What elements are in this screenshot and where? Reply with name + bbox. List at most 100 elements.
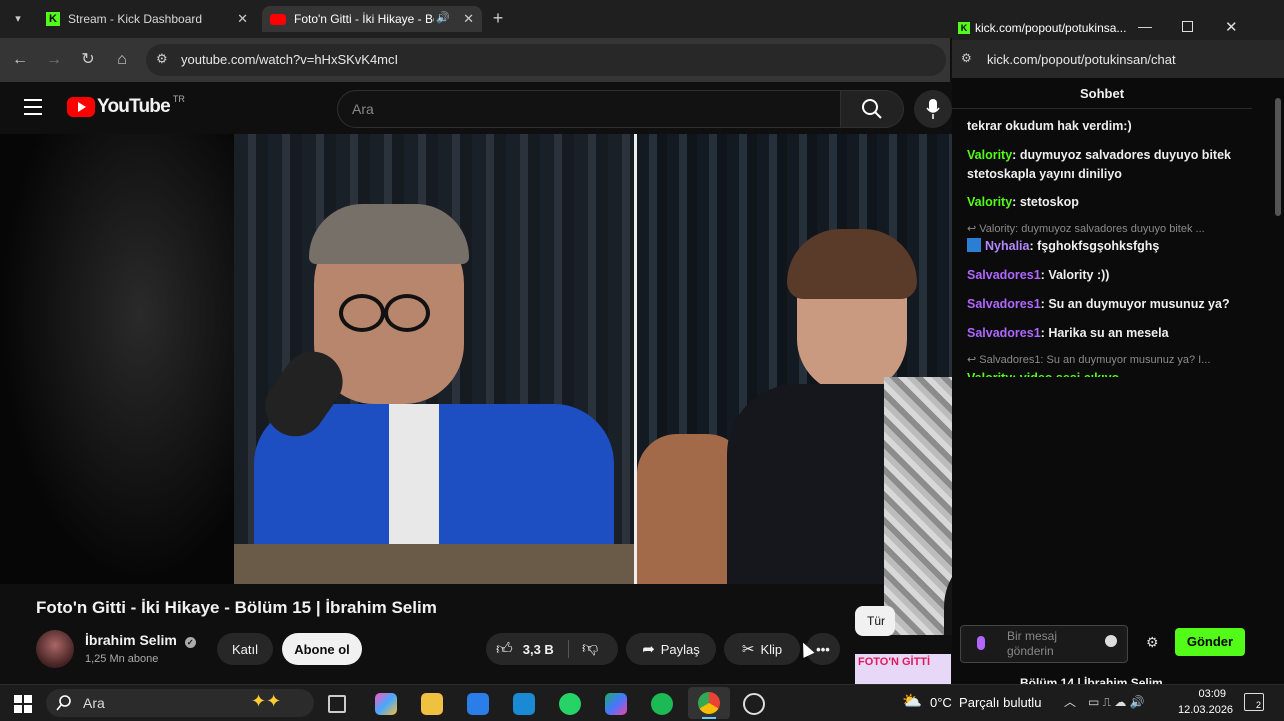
message-username[interactable]: Valority [967, 195, 1012, 209]
next-video-thumbnail[interactable]: FOTO'N GİTTİ [855, 654, 951, 684]
task-view-icon[interactable] [328, 695, 346, 713]
chat-message: Valority: duymuyoz salvadores duyuyo bit… [967, 148, 1231, 181]
reply-reference[interactable]: ↩ Salvadores1: Su an duymuyor musunuz ya… [967, 353, 1232, 366]
taskbar-search-box[interactable]: Ara ✦✦ [46, 689, 314, 717]
youtube-favicon-icon [270, 13, 286, 25]
like-dislike-group: 👍︎ 3,3 B 👎︎ [486, 633, 618, 665]
whatsapp-icon[interactable] [559, 693, 581, 715]
taskbar-chrome-active[interactable] [688, 687, 730, 719]
mail-icon[interactable] [513, 693, 535, 715]
clip-label: Klip [760, 641, 783, 657]
chat-message-input[interactable]: Bir mesaj gönderin [960, 625, 1128, 663]
message-username[interactable]: Nyhalia [985, 239, 1029, 253]
minimize-icon[interactable]: — [1138, 18, 1152, 34]
send-button[interactable]: Gönder [1175, 628, 1245, 656]
tray-icons[interactable]: ▭ ⎍ ☁ 🔊 [1088, 695, 1145, 710]
reply-reference[interactable]: ↩ Valority: duymuyoz salvadores duyuyo b… [967, 222, 1232, 235]
message-text: Harika su an mesela [1048, 326, 1169, 340]
hamburger-menu-icon[interactable] [24, 99, 42, 115]
thumbnail-text: FOTO'N GİTTİ [858, 656, 931, 668]
tab-label: Foto'n Gitti - İki Hikaye - Bö [294, 12, 434, 26]
close-window-icon[interactable]: ✕ [1225, 18, 1238, 36]
site-info-icon[interactable]: ⚙ [961, 51, 972, 65]
video-player[interactable] [0, 134, 952, 584]
verified-badge-icon: ✓ [184, 637, 196, 648]
spotify-icon[interactable] [651, 693, 673, 715]
clip-button[interactable]: ✂ Klip [724, 633, 800, 665]
like-count[interactable]: 3,3 B [523, 642, 554, 657]
microsoft-365-icon[interactable] [605, 693, 627, 715]
search-icon [862, 99, 882, 119]
youtube-header: YouTube TR Ara [0, 82, 952, 134]
message-username[interactable]: Salvadores1 [967, 297, 1041, 311]
channel-name-row[interactable]: İbrahim Selim ✓ [85, 632, 196, 648]
home-icon[interactable]: ⌂ [112, 50, 132, 70]
region-code: TR [172, 94, 185, 104]
reply-text: Valority: duymuyoz salvadores duyuyo bit… [979, 223, 1205, 235]
microsoft-store-icon[interactable] [467, 693, 489, 715]
dislike-thumb-down-icon[interactable]: 👎︎ [582, 639, 598, 658]
chat-message: Salvadores1: Valority :)) [967, 268, 1110, 282]
maximize-icon[interactable] [1182, 21, 1193, 32]
youtube-logo-text: YouTube [97, 96, 171, 117]
taskbar-search-label: Ara [83, 695, 105, 711]
settings-gear-icon[interactable]: ⚙ [1146, 634, 1159, 651]
user-badge-icon [967, 238, 981, 252]
close-tab-icon[interactable]: ✕ [463, 11, 474, 27]
audio-playing-icon[interactable]: 🔊 [436, 11, 450, 24]
voice-search-button[interactable] [914, 90, 952, 128]
tab-youtube-video[interactable]: Foto'n Gitti - İki Hikaye - Bö 🔊 ✕ [262, 6, 482, 32]
tab-search-chevron-icon[interactable]: ▾ [8, 9, 28, 29]
popout-url-bar: ⚙ kick.com/popout/potukinsan/chat [952, 40, 1284, 78]
file-explorer-icon[interactable] [421, 693, 443, 715]
chat-message: Valority: stetoskop [967, 195, 1079, 209]
url-field[interactable]: ⚙ youtube.com/watch?v=hHxSKvK4mcI [146, 44, 946, 76]
back-arrow-icon[interactable]: ← [10, 50, 30, 70]
join-button[interactable]: Katıl [217, 633, 273, 665]
notification-center-icon[interactable]: 2 [1244, 693, 1264, 711]
address-bar-row: ← → ↻ ⌂ ⚙ youtube.com/watch?v=hHxSKvK4mc… [0, 38, 950, 82]
share-button[interactable]: ➦ Paylaş [626, 633, 716, 665]
tab-label: Stream - Kick Dashboard [68, 12, 203, 26]
subscribe-button[interactable]: Abone ol [282, 633, 362, 665]
obs-recording-icon[interactable] [743, 693, 765, 715]
new-tab-plus-icon[interactable]: + [488, 8, 508, 28]
weather-text[interactable]: 0°C Parçalı bulutlu [930, 695, 1041, 710]
message-text: Su an duymuyor musunuz ya? [1048, 297, 1230, 311]
next-video-title[interactable]: Bölüm 14 | İbrahim Selim [1020, 676, 1210, 684]
copilot-icon[interactable] [375, 693, 397, 715]
forward-arrow-icon[interactable]: → [44, 50, 64, 70]
clock[interactable]: 03:09 12.03.2026 [1178, 688, 1233, 716]
search-icon [56, 695, 71, 711]
chat-scrollbar[interactable] [1274, 88, 1282, 678]
weather-icon[interactable]: ⛅ [902, 691, 922, 711]
filter-chip-all[interactable]: Tür [855, 606, 895, 636]
message-text: tekrar okudum hak verdim:) [967, 119, 1132, 133]
channel-avatar[interactable] [36, 630, 74, 668]
kick-logo-icon: K [958, 22, 970, 34]
message-username[interactable]: Valority [967, 148, 1012, 162]
youtube-logo[interactable]: YouTube TR [67, 94, 185, 118]
tab-kick-dashboard[interactable]: K Stream - Kick Dashboard ✕ [34, 6, 256, 32]
subscriber-count: 1,25 Mn abone [85, 653, 159, 665]
search-placeholder: Ara [352, 101, 374, 117]
microphone-icon[interactable] [977, 636, 985, 650]
microphone-icon [926, 99, 940, 119]
popout-title: kick.com/popout/potukinsa... [975, 21, 1127, 35]
message-text: fşghokfsgşohksfghş [1037, 239, 1160, 253]
like-thumb-up-icon[interactable]: 👍︎ [496, 640, 513, 659]
kick-favicon-icon: K [46, 12, 60, 26]
close-tab-icon[interactable]: ✕ [237, 11, 248, 27]
message-username[interactable]: Salvadores1 [967, 268, 1041, 282]
tray-overflow-chevron-icon[interactable]: ︿ [1064, 693, 1076, 710]
chat-input-placeholder: Bir mesaj gönderin [1007, 629, 1058, 658]
windows-start-icon[interactable] [14, 695, 32, 713]
site-info-icon[interactable]: ⚙ [156, 51, 168, 67]
chat-message-partial: Valority: video sesi çıkıyo [967, 369, 1232, 377]
reload-icon[interactable]: ↻ [78, 50, 98, 70]
search-input[interactable]: Ara [337, 90, 842, 128]
share-label: Paylaş [660, 641, 700, 657]
message-username[interactable]: Salvadores1 [967, 326, 1041, 340]
search-button[interactable] [840, 90, 904, 128]
emoji-icon[interactable] [1105, 635, 1117, 647]
